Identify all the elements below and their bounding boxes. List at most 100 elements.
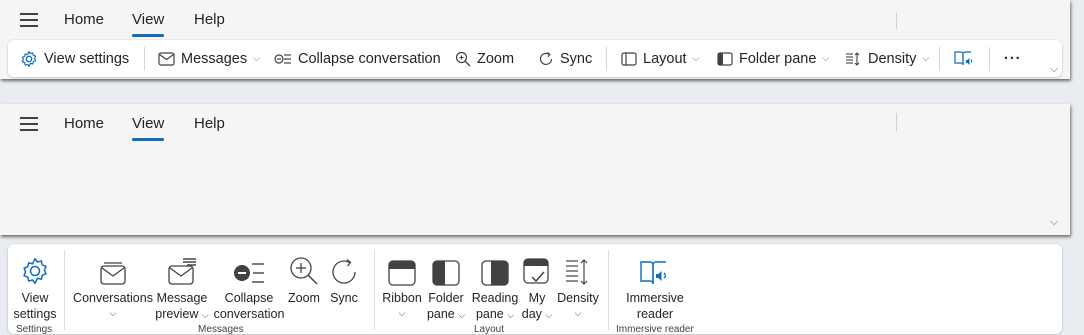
tab-home[interactable]: Home xyxy=(64,115,104,132)
immersive-reader-button[interactable] xyxy=(954,40,980,77)
folder-pane-dropdown[interactable]: Folder pane ⌵ xyxy=(717,40,829,77)
conversations-dropdown[interactable]: Conversations ⌵ xyxy=(72,248,154,320)
tab-view-label: View xyxy=(132,11,165,28)
chevron-down-icon: ⌵ xyxy=(545,310,553,320)
immersive-reader-icon xyxy=(954,51,973,66)
density-icon xyxy=(846,51,860,66)
tab-view[interactable]: View xyxy=(132,115,165,141)
tab-help[interactable]: Help xyxy=(194,115,225,132)
density-dropdown[interactable]: Density ⌵ xyxy=(556,248,600,320)
message-preview-label: Message xyxy=(156,291,208,305)
active-tab-indicator xyxy=(132,138,165,141)
immersive-reader-icon xyxy=(640,261,666,285)
reading-pane-label: Reading xyxy=(471,291,519,305)
divider xyxy=(939,47,940,71)
zoom-label: Zoom xyxy=(477,50,515,67)
folder-pane-label: Folder pane xyxy=(739,50,817,67)
group-label-messages: Messages xyxy=(198,324,244,335)
ribbon-toolbar: View settings Settings Conversations ⌵ M… xyxy=(8,244,1062,335)
zoom-button[interactable]: Zoom xyxy=(286,248,322,306)
chevron-down-icon: ⌵ xyxy=(692,53,700,63)
folder-pane-icon xyxy=(432,260,460,286)
conversations-label: Conversations xyxy=(73,291,153,305)
tab-home-label: Home xyxy=(64,115,105,132)
more-options-button[interactable]: ··· xyxy=(1004,40,1022,77)
sync-button[interactable]: Sync xyxy=(326,248,362,306)
active-tab-indicator xyxy=(132,34,165,37)
group-label-layout: Layout xyxy=(474,324,505,335)
collapse-conversation-label: Collapse xyxy=(224,291,274,305)
ribbon-layout-icon xyxy=(388,260,416,286)
divider xyxy=(896,113,897,131)
density-dropdown[interactable]: Density ⌵ xyxy=(845,40,929,77)
zoom-icon xyxy=(290,257,318,285)
chevron-down-icon: ⌵ xyxy=(574,308,582,318)
group-label-immersive-reader: Immersive reader xyxy=(616,324,694,335)
message-preview-dropdown[interactable]: Message preview ⌵ xyxy=(152,248,212,322)
tab-bar: Home View Help xyxy=(0,0,1070,38)
tab-view[interactable]: View xyxy=(132,11,165,37)
divider xyxy=(144,47,145,71)
ribbon-expand-chevron-icon[interactable]: ⌵ xyxy=(1050,63,1058,76)
reading-pane-dropdown[interactable]: Reading pane ⌵ xyxy=(470,248,520,322)
tab-view-label: View xyxy=(132,115,165,132)
tab-bar: Home View Help xyxy=(0,104,1070,142)
zoom-icon xyxy=(455,51,471,66)
density-label: Density xyxy=(868,50,917,67)
collapse-conversation-icon xyxy=(234,263,264,283)
group-label-settings: Settings xyxy=(16,324,53,335)
density-label: Density xyxy=(557,291,599,305)
ribbon-toolbar: View settings Messages ⌵ Collapse conver… xyxy=(8,40,1062,77)
sync-button[interactable]: Sync xyxy=(538,40,592,77)
layout-label: Layout xyxy=(643,50,687,67)
message-preview-icon xyxy=(168,258,196,285)
ribbon-label: Ribbon xyxy=(382,291,422,305)
chevron-down-icon: ⌵ xyxy=(201,310,209,320)
sync-label: Sync xyxy=(330,291,358,305)
simplified-ribbon-panel: Home View Help View settings Messages ⌵ … xyxy=(0,0,1070,79)
tab-help[interactable]: Help xyxy=(194,11,225,28)
sync-icon xyxy=(539,51,553,65)
my-day-dropdown[interactable]: My day ⌵ xyxy=(518,248,556,322)
view-settings-button[interactable]: View settings xyxy=(10,248,60,322)
divider xyxy=(606,47,607,71)
messages-dropdown[interactable]: Messages ⌵ xyxy=(158,40,260,77)
collapse-conversation-label: Collapse conversation xyxy=(298,50,441,67)
collapse-conversation-button[interactable]: Collapse conversation xyxy=(214,248,284,322)
more-options-icon: ··· xyxy=(1004,50,1022,67)
immersive-reader-button[interactable]: Immersive reader xyxy=(622,248,688,322)
chevron-down-icon: ⌵ xyxy=(822,53,830,63)
group-divider xyxy=(608,250,609,330)
folder-pane-dropdown[interactable]: Folder pane ⌵ xyxy=(424,248,468,322)
layout-dropdown[interactable]: Layout ⌵ xyxy=(621,40,699,77)
sync-icon xyxy=(332,259,356,284)
ribbon-dropdown[interactable]: Ribbon ⌵ xyxy=(382,248,422,320)
collapse-conversation-button[interactable]: Collapse conversation xyxy=(274,40,441,77)
immersive-reader-label-2: reader xyxy=(636,307,674,321)
tab-home[interactable]: Home xyxy=(64,11,104,28)
folder-pane-icon xyxy=(717,51,733,66)
density-icon xyxy=(566,259,588,285)
my-day-label-2: day xyxy=(521,307,542,321)
my-day-label: My xyxy=(528,291,546,305)
folder-pane-label-2: pane xyxy=(426,307,455,321)
view-settings-button[interactable]: View settings xyxy=(20,40,129,77)
reading-pane-icon xyxy=(481,260,509,286)
tab-help-label: Help xyxy=(194,11,225,28)
ribbon-collapse-chevron-icon[interactable]: ⌵ xyxy=(1050,216,1058,229)
view-settings-label-2: settings xyxy=(13,307,57,321)
hamburger-menu-icon[interactable] xyxy=(20,117,38,131)
tab-home-label: Home xyxy=(64,11,105,28)
folder-pane-label: Folder xyxy=(428,291,464,305)
reading-pane-label-2: pane xyxy=(475,307,504,321)
chevron-down-icon: ⌵ xyxy=(458,310,466,320)
gear-icon xyxy=(23,257,47,285)
view-settings-label: View xyxy=(21,291,49,305)
sync-label: Sync xyxy=(560,50,593,67)
hamburger-menu-icon[interactable] xyxy=(20,13,38,27)
zoom-label: Zoom xyxy=(288,291,320,305)
layout-icon xyxy=(621,51,637,66)
zoom-button[interactable]: Zoom xyxy=(455,40,514,77)
group-divider xyxy=(64,250,65,330)
chevron-down-icon: ⌵ xyxy=(922,53,930,63)
